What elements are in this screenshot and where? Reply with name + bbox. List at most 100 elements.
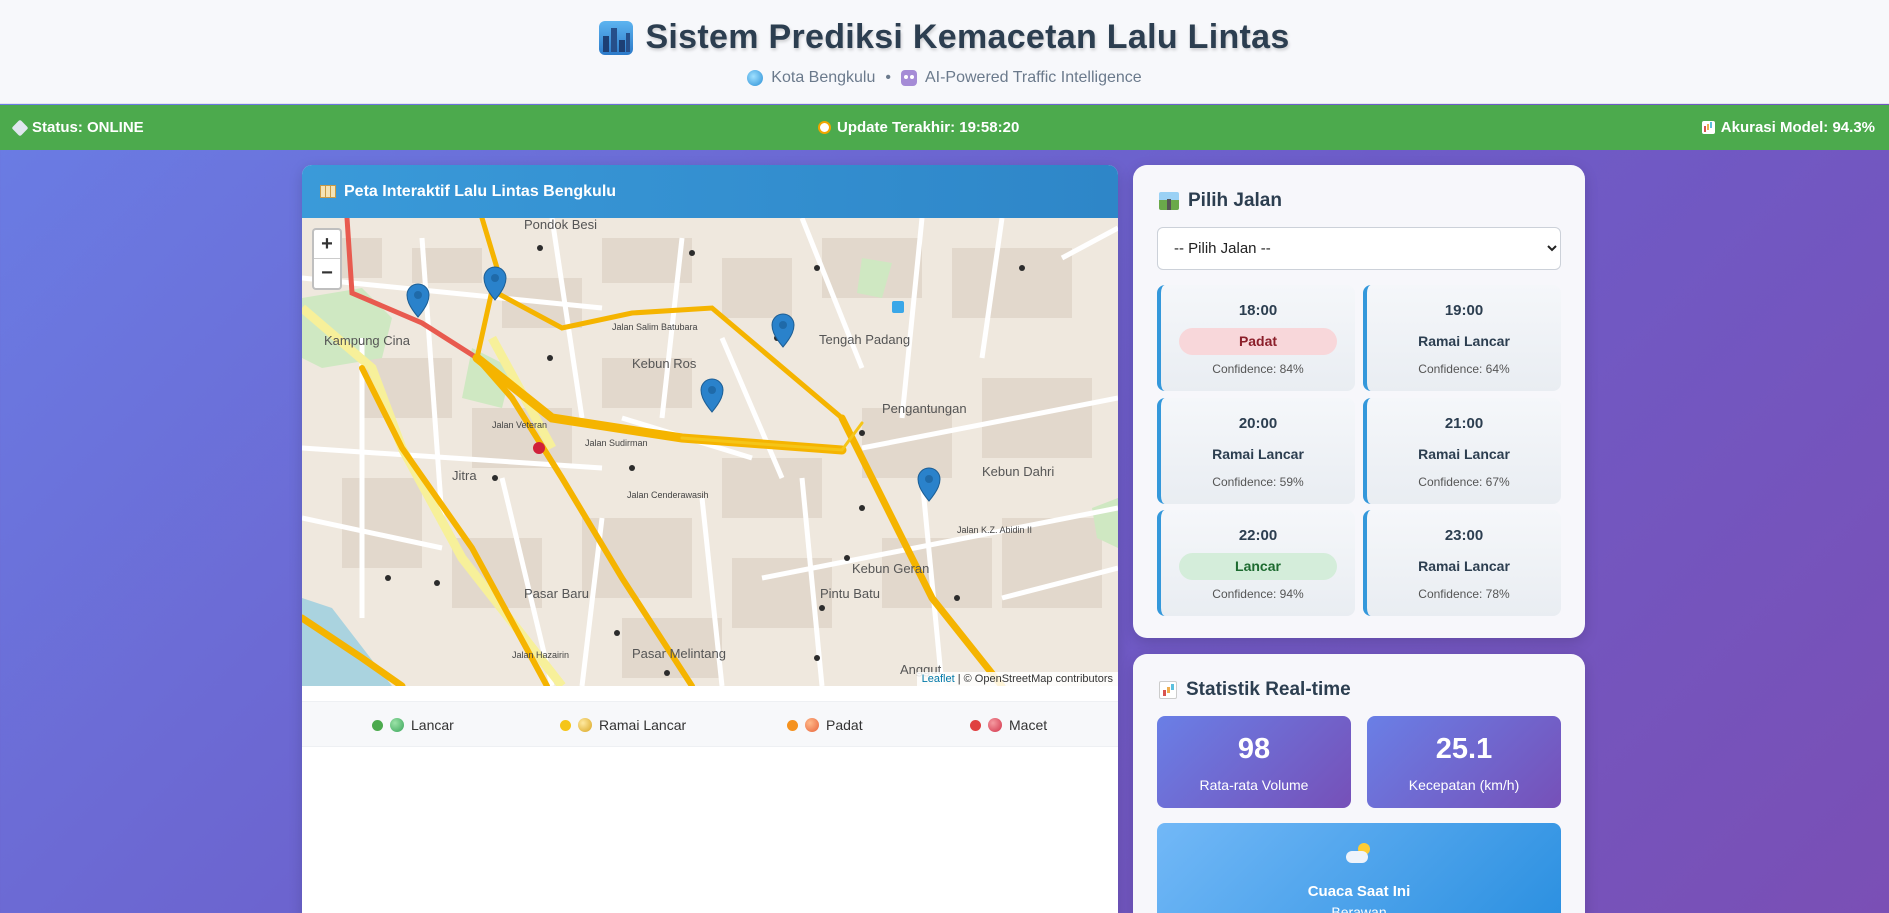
legend-macet: Macet xyxy=(970,717,1047,733)
bus-stop-icon xyxy=(892,301,904,313)
status-badge: Ramai Lancar xyxy=(1418,333,1510,349)
legend-dot xyxy=(970,719,981,731)
prediction-card: 21:00 Ramai Lancar Confidence: 67% xyxy=(1363,398,1561,504)
prediction-confidence: Confidence: 59% xyxy=(1212,475,1304,489)
chart-icon xyxy=(1159,681,1177,699)
legend-padat: Padat xyxy=(787,717,863,733)
city-icon xyxy=(599,20,634,55)
prediction-card: 18:00 Padat Confidence: 84% xyxy=(1157,285,1355,391)
prediction-confidence: Confidence: 64% xyxy=(1418,362,1510,376)
prediction-time: 22:00 xyxy=(1238,527,1278,544)
status-badge: Padat xyxy=(1179,328,1337,355)
leaflet-link[interactable]: Leaflet xyxy=(922,673,955,685)
status-bar: Status: ONLINE Update Terakhir: 19:58:20… xyxy=(0,105,1889,150)
label-jalan-kz-abidin: Jalan K.Z. Abidin II xyxy=(957,525,1032,535)
map-legend: Lancar Ramai Lancar Padat Macet xyxy=(302,701,1118,747)
legend-lancar: Lancar xyxy=(372,717,454,733)
legend-dot xyxy=(372,719,383,731)
status-badge: Ramai Lancar xyxy=(1418,558,1510,574)
label-jalan-hazairin: Jalan Hazairin xyxy=(512,650,569,660)
panel-title: Statistik Real-time xyxy=(1159,679,1351,701)
label-tengah-padang: Tengah Padang xyxy=(819,332,910,347)
subtitle: Kota Bengkulu • AI-Powered Traffic Intel… xyxy=(0,69,1889,87)
separator: • xyxy=(885,69,891,86)
label-kebun-dahri: Kebun Dahri xyxy=(982,464,1054,479)
road-selection-panel: Pilih Jalan -- Pilih Jalan -- 18:00 Pada… xyxy=(1133,165,1585,638)
prediction-confidence: Confidence: 84% xyxy=(1212,362,1304,376)
prediction-card: 19:00 Ramai Lancar Confidence: 64% xyxy=(1363,285,1561,391)
robot-icon xyxy=(900,70,917,86)
legend-label: Ramai Lancar xyxy=(599,717,687,733)
label-pondok-besi: Pondok Besi xyxy=(524,218,597,232)
traffic-map[interactable]: Pondok Besi Kampung Cina Kebun Ros Tenga… xyxy=(302,218,1118,686)
bar-chart-icon xyxy=(1701,121,1715,134)
zoom-in-button[interactable]: + xyxy=(314,230,340,259)
label-pintu-batu: Pintu Batu xyxy=(820,586,880,601)
prediction-confidence: Confidence: 94% xyxy=(1212,587,1304,601)
volume-stat: 98 Rata-rata Volume xyxy=(1157,716,1351,808)
volume-label: Rata-rata Volume xyxy=(1199,777,1309,793)
hospital-icon xyxy=(533,442,545,454)
weather-card: Cuaca Saat Ini Berawan xyxy=(1157,823,1561,913)
label-kebun-geran: Kebun Geran xyxy=(852,561,929,576)
map-tiles[interactable]: Pondok Besi Kampung Cina Kebun Ros Tenga… xyxy=(302,218,1118,686)
speed-stat: 25.1 Kecepatan (km/h) xyxy=(1367,716,1561,808)
road-select[interactable]: -- Pilih Jalan -- xyxy=(1157,227,1561,270)
status-badge: Ramai Lancar xyxy=(1212,446,1304,462)
panel-title: Pilih Jalan xyxy=(1159,190,1282,212)
update-text: Update Terakhir: 19:58:20 xyxy=(837,119,1020,136)
prediction-card: 23:00 Ramai Lancar Confidence: 78% xyxy=(1363,510,1561,616)
label-pengantungan: Pengantungan xyxy=(882,401,967,416)
title-row: Sistem Prediksi Kemacetan Lalu Lintas xyxy=(0,18,1889,57)
model-accuracy: Akurasi Model: 94.3% xyxy=(1701,119,1875,136)
speed-label: Kecepatan (km/h) xyxy=(1408,777,1520,793)
prediction-time: 23:00 xyxy=(1444,527,1484,544)
volume-value: 98 xyxy=(1237,733,1271,765)
status-text: Status: ONLINE xyxy=(32,119,144,136)
panel-title-text: Pilih Jalan xyxy=(1188,190,1282,211)
status-online: Status: ONLINE xyxy=(11,119,144,136)
label-kebun-ros: Kebun Ros xyxy=(632,356,697,371)
clock-icon xyxy=(818,121,831,134)
prediction-time: 20:00 xyxy=(1238,415,1278,432)
satellite-icon xyxy=(11,119,29,136)
legend-ball-icon xyxy=(988,718,1002,732)
prediction-card: 22:00 Lancar Confidence: 94% xyxy=(1157,510,1355,616)
panel-title-text: Statistik Real-time xyxy=(1186,679,1351,700)
zoom-out-button[interactable]: − xyxy=(314,259,340,288)
label-jitra: Jitra xyxy=(452,468,477,483)
page-title: Sistem Prediksi Kemacetan Lalu Lintas xyxy=(645,18,1290,56)
label-kampung-cina: Kampung Cina xyxy=(324,333,411,348)
legend-ball-icon xyxy=(578,718,592,732)
legend-dot xyxy=(560,719,571,731)
label-pasar-melintang: Pasar Melintang xyxy=(632,646,726,661)
tagline: AI-Powered Traffic Intelligence xyxy=(924,69,1142,86)
prediction-time: 19:00 xyxy=(1444,302,1484,319)
legend-dot xyxy=(787,719,798,731)
weather-title: Cuaca Saat Ini xyxy=(1307,883,1411,900)
accuracy-text: Akurasi Model: 94.3% xyxy=(1720,119,1875,136)
prediction-confidence: Confidence: 78% xyxy=(1418,587,1510,601)
wave-icon xyxy=(747,70,764,86)
legend-ball-icon xyxy=(805,718,819,732)
prediction-time: 21:00 xyxy=(1444,415,1484,432)
map-card-header: Peta Interaktif Lalu Lintas Bengkulu xyxy=(302,165,1118,218)
label-jalan-veteran: Jalan Veteran xyxy=(492,420,547,430)
map-attribution: Leaflet | © OpenStreetMap contributors xyxy=(916,672,1118,686)
label-jalan-cenderawasih: Jalan Cenderawasih xyxy=(627,490,709,500)
zoom-control: + − xyxy=(312,228,342,290)
osm-attribution: | © OpenStreetMap contributors xyxy=(957,673,1113,685)
map-title: Peta Interaktif Lalu Lintas Bengkulu xyxy=(344,182,617,200)
label-jalan-sudirman: Jalan Sudirman xyxy=(585,438,648,448)
status-badge: Lancar xyxy=(1179,553,1337,580)
prediction-confidence: Confidence: 67% xyxy=(1418,475,1510,489)
prediction-time: 18:00 xyxy=(1238,302,1278,319)
map-card: Peta Interaktif Lalu Lintas Bengkulu Pon… xyxy=(302,165,1118,913)
prediction-card: 20:00 Ramai Lancar Confidence: 59% xyxy=(1157,398,1355,504)
status-badge: Ramai Lancar xyxy=(1418,446,1510,462)
map-icon xyxy=(320,185,336,198)
statistics-panel: Statistik Real-time 98 Rata-rata Volume … xyxy=(1133,654,1585,913)
speed-value: 25.1 xyxy=(1435,733,1493,765)
city-name: Kota Bengkulu xyxy=(771,69,876,86)
partly-cloudy-icon xyxy=(1346,843,1372,863)
